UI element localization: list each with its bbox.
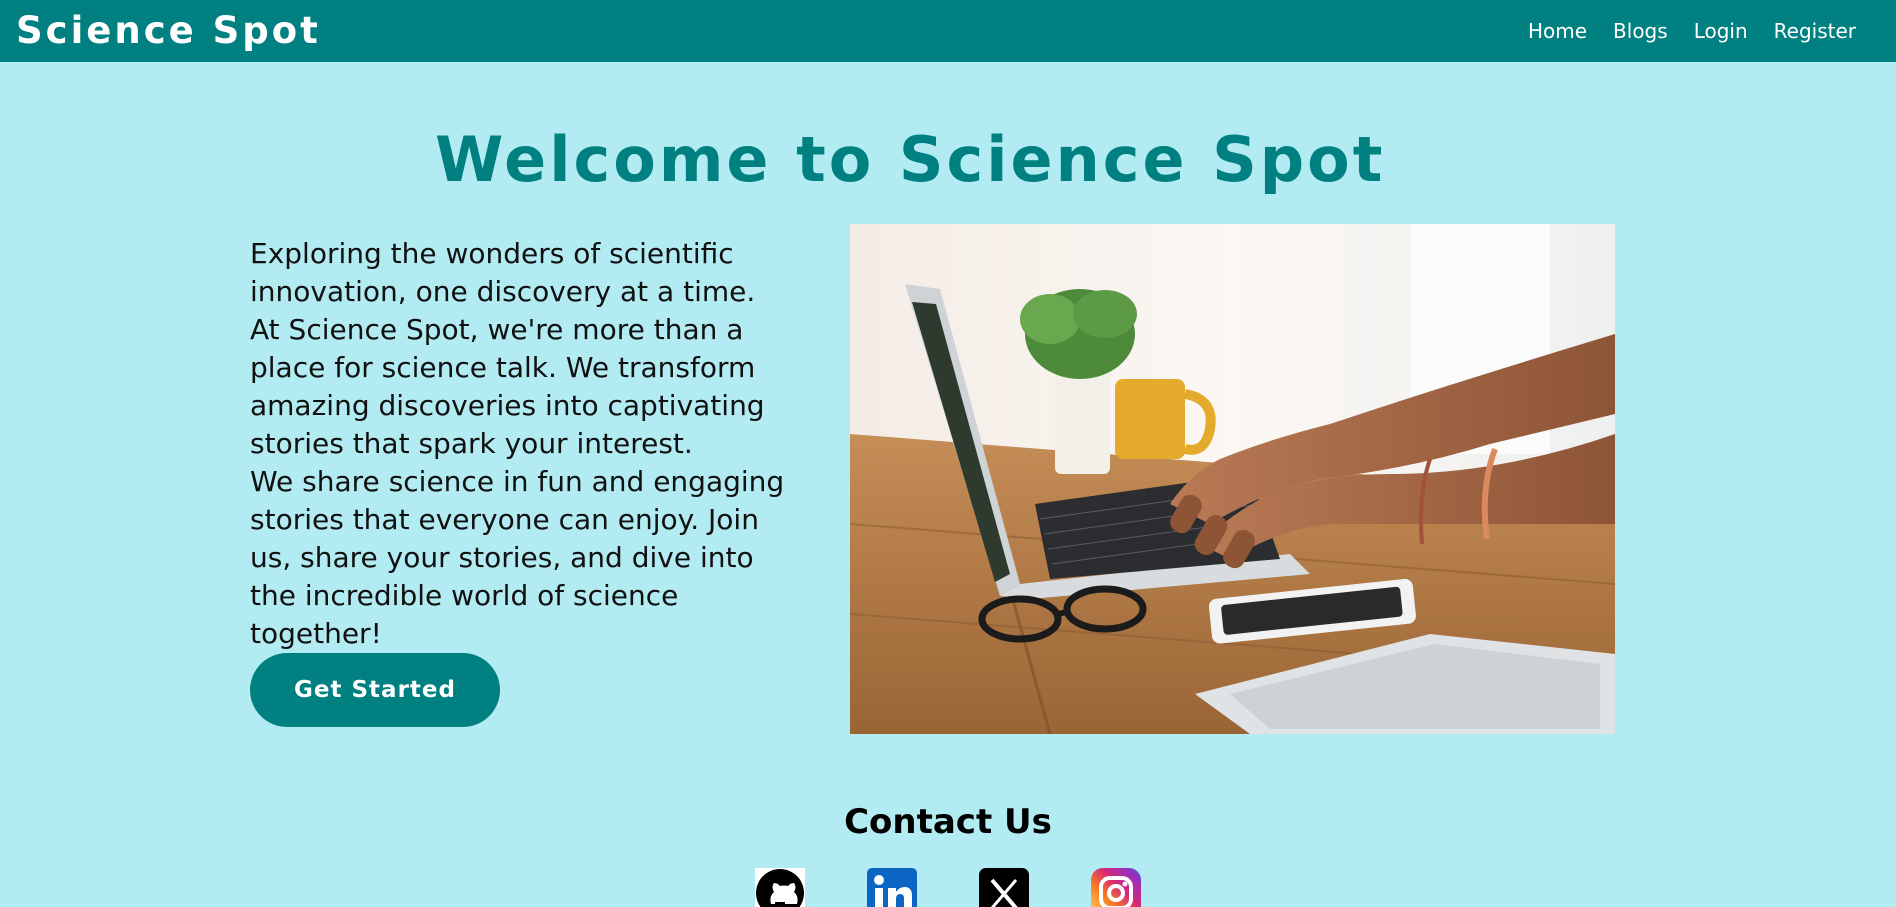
social-links — [0, 868, 1896, 907]
linkedin-icon[interactable] — [867, 868, 917, 907]
nav-login-link[interactable]: Login — [1694, 18, 1748, 44]
intro-paragraph: Exploring the wonders of scientific inno… — [250, 237, 756, 308]
instagram-icon[interactable] — [1091, 868, 1141, 907]
intro-paragraph: We share science in fun and engaging sto… — [250, 465, 785, 650]
hero-image — [850, 224, 1615, 734]
x-icon[interactable] — [979, 868, 1029, 907]
intro-text: Exploring the wonders of scientific inno… — [250, 235, 790, 653]
github-icon[interactable] — [755, 868, 805, 907]
intro-paragraph: At Science Spot, we're more than a place… — [250, 313, 765, 460]
site-logo[interactable]: Science Spot — [16, 9, 321, 53]
site-header: Science Spot Home Blogs Login Register — [0, 0, 1896, 62]
contact-title: Contact Us — [844, 802, 1052, 842]
get-started-button[interactable]: Get Started — [250, 653, 500, 727]
nav-blogs-link[interactable]: Blogs — [1613, 18, 1668, 44]
main-nav: Home Blogs Login Register — [1528, 18, 1856, 44]
nav-register-link[interactable]: Register — [1774, 18, 1856, 44]
nav-home-link[interactable]: Home — [1528, 18, 1587, 44]
hero-title: Welcome to Science Spot — [435, 123, 1386, 196]
